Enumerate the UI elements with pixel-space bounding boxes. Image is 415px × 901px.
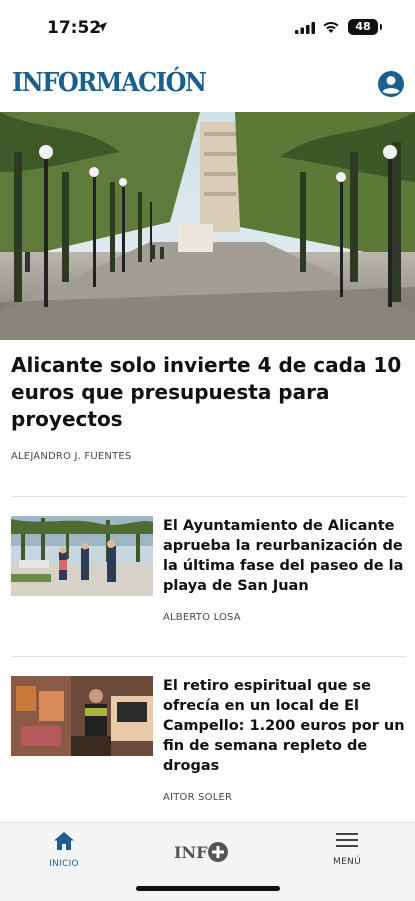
home-icon — [54, 832, 74, 850]
tab-home[interactable]: INICIO — [29, 831, 99, 869]
home-indicator — [136, 886, 280, 891]
article-thumbnail[interactable] — [11, 676, 153, 756]
lead-image[interactable] — [0, 112, 415, 340]
cellular-signal-icon — [295, 22, 315, 34]
lead-headline[interactable]: Alicante solo invierte 4 de cada 10 euro… — [11, 352, 406, 433]
account-icon[interactable] — [377, 70, 405, 98]
tab-home-label: INICIO — [49, 859, 79, 869]
app-header: INFORMACIÓN — [0, 56, 415, 112]
lead-author: ALEJANDRO J. FUENTES — [11, 451, 132, 462]
location-arrow-icon — [97, 22, 107, 32]
wifi-icon — [323, 21, 339, 33]
battery-icon: 48 — [348, 19, 378, 35]
status-time: 17:52 — [47, 18, 102, 38]
article-headline[interactable]: El retiro espiritual que se ofrecía en u… — [163, 676, 407, 776]
tab-menu[interactable]: MENÚ — [312, 831, 382, 867]
article-author: AITOR SOLER — [163, 792, 233, 803]
status-bar: 17:52 48 — [0, 0, 415, 56]
divider — [11, 656, 406, 657]
battery-tip — [380, 24, 382, 30]
inf-plus-logo-icon[interactable]: INF — [174, 840, 230, 864]
hamburger-menu-icon — [336, 833, 358, 847]
divider — [11, 496, 406, 497]
site-logo[interactable]: INFORMACIÓN — [12, 68, 207, 98]
article-author: ALBERTO LOSA — [163, 612, 241, 623]
article-headline[interactable]: El Ayuntamiento de Alicante aprueba la r… — [163, 516, 407, 596]
article-thumbnail[interactable] — [11, 516, 153, 596]
tab-menu-label: MENÚ — [333, 857, 361, 867]
svg-text:INF: INF — [174, 843, 208, 862]
